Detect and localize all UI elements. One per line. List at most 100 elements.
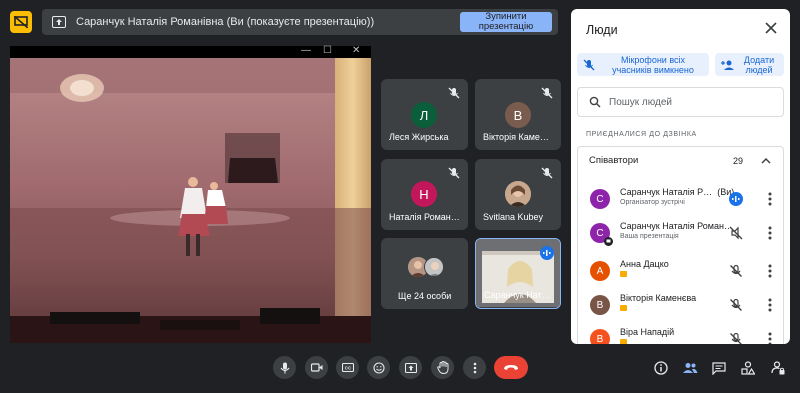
mic-off-icon <box>583 59 595 70</box>
list-item[interactable]: С Саранчук Наталія Роман… Ваша презентац… <box>578 216 785 250</box>
host-controls-button[interactable] <box>768 358 788 378</box>
mic-icon <box>280 362 289 373</box>
mic-off-icon <box>448 87 460 99</box>
maximize-icon[interactable]: ☐ <box>323 45 332 56</box>
presentation-mute-icon[interactable] <box>729 226 743 240</box>
mic-off-icon[interactable] <box>729 332 743 344</box>
add-people-button[interactable]: Додати людей <box>715 53 784 76</box>
contributor-badge <box>620 339 630 344</box>
presentation-banner: Саранчук Наталія Романівна (Ви (показуєт… <box>42 9 558 35</box>
group-count: 29 <box>732 155 743 166</box>
raise-hand-button[interactable] <box>431 356 454 379</box>
reactions-button[interactable] <box>367 356 390 379</box>
meeting-details-button[interactable] <box>651 358 671 378</box>
chat-icon <box>712 361 726 375</box>
add-people-label: Додати людей <box>743 54 775 75</box>
participant-name: Леся Жирська <box>389 132 449 142</box>
more-options-icon[interactable] <box>768 298 772 312</box>
add-person-icon <box>721 60 734 70</box>
more-options-icon[interactable] <box>768 332 772 344</box>
mute-all-label: Мікрофони всіх учасників вимкнено <box>612 54 694 75</box>
avatar: Н <box>411 181 437 207</box>
end-call-button[interactable] <box>494 356 528 379</box>
participant-name: Саранчук Наталія Р… (Ви) <box>620 187 735 197</box>
chevron-up-icon[interactable] <box>761 156 771 166</box>
self-tile[interactable]: Саранчук Нат… <box>475 238 561 309</box>
presenting-badge-icon <box>604 237 613 246</box>
search-people-input[interactable]: Пошук людей <box>577 87 784 117</box>
camera-icon <box>310 363 322 372</box>
more-options-button[interactable] <box>463 356 486 379</box>
more-vert-icon <box>473 362 476 373</box>
more-options-icon[interactable] <box>768 264 772 278</box>
present-button[interactable] <box>399 356 422 379</box>
more-options-icon[interactable] <box>768 192 772 206</box>
participant-name: Саранчук Нат… <box>484 290 551 300</box>
camera-button[interactable] <box>305 356 328 379</box>
mic-off-icon <box>541 87 553 99</box>
contributor-badge <box>620 305 630 312</box>
panel-title: Люди <box>586 23 618 37</box>
avatar: В <box>505 102 531 128</box>
list-item[interactable]: С Саранчук Наталія Р… (Ви) Організатор з… <box>578 182 785 216</box>
participant-name: Svitlana Kubey <box>483 212 544 222</box>
stop-presenting-button[interactable]: Зупинити презентацію <box>460 12 552 32</box>
mic-off-icon[interactable] <box>729 264 743 278</box>
people-panel: Люди Мікрофони всіх учасників вимкнено Д… <box>571 9 790 344</box>
lock-person-icon <box>771 361 785 375</box>
participant-name: Вікторія Каменєва <box>620 293 697 303</box>
avatar-photo <box>505 181 531 207</box>
contributor-badge <box>620 271 630 278</box>
info-icon <box>654 361 668 375</box>
activities-button[interactable] <box>738 358 758 378</box>
more-options-icon[interactable] <box>768 226 772 240</box>
participant-role: Ваша презентація <box>620 233 679 240</box>
list-item[interactable]: В Віра Нападій <box>578 322 785 344</box>
microphone-button[interactable] <box>273 356 296 379</box>
chat-button[interactable] <box>709 358 729 378</box>
avatar-photo <box>424 257 444 277</box>
shared-video-frame <box>10 58 371 343</box>
present-screen-icon <box>404 362 417 373</box>
captions-icon: CC <box>341 363 354 372</box>
minimize-icon[interactable]: — <box>301 45 311 56</box>
participant-tile[interactable]: Л Леся Жирська <box>381 79 468 150</box>
group-name: Співавтори <box>589 155 639 166</box>
participant-name: Вікторія Каме… <box>483 132 549 142</box>
avatar: В <box>590 329 610 344</box>
participant-name: Віра Нападій <box>620 327 675 337</box>
group-header[interactable]: Співавтори 29 <box>577 146 784 174</box>
captions-button[interactable]: CC <box>336 356 359 379</box>
avatar: А <box>590 261 610 281</box>
close-window-icon[interactable]: ✕ <box>352 45 360 56</box>
avatar: Л <box>411 102 437 128</box>
avatar: С <box>590 189 610 209</box>
emoji-icon <box>372 361 385 374</box>
participant-role: Організатор зустрічі <box>620 199 685 206</box>
participant-list: С Саранчук Наталія Р… (Ви) Організатор з… <box>577 174 784 344</box>
speaking-indicator-icon <box>729 192 743 206</box>
participant-tile[interactable]: В Вікторія Каме… <box>475 79 561 150</box>
present-screen-icon <box>52 16 66 28</box>
section-label: ПРИЄДНАЛИСЯ ДО ДЗВІНКА <box>586 131 697 138</box>
people-icon <box>683 363 698 373</box>
hang-up-icon <box>504 365 518 370</box>
list-item[interactable]: А Анна Дацко <box>578 254 785 288</box>
mic-off-icon[interactable] <box>729 298 743 312</box>
list-item[interactable]: В Вікторія Каменєва <box>578 288 785 322</box>
mic-off-icon <box>448 167 460 179</box>
more-participants-tile[interactable]: Ще 24 особи <box>381 238 468 309</box>
mute-all-button[interactable]: Мікрофони всіх учасників вимкнено <box>577 53 709 76</box>
raise-hand-icon <box>436 361 448 374</box>
participant-name: Наталія Роман… <box>389 212 460 222</box>
window-titlebar: — ☐ ✕ <box>10 45 371 58</box>
svg-text:CC: CC <box>344 366 351 371</box>
participant-name: Анна Дацко <box>620 259 669 269</box>
participant-tile[interactable]: Н Наталія Роман… <box>381 159 468 230</box>
more-participants-label: Ще 24 особи <box>398 291 452 301</box>
people-button[interactable] <box>680 358 700 378</box>
participant-tile[interactable]: Svitlana Kubey <box>475 159 561 230</box>
close-icon[interactable] <box>764 21 778 35</box>
speaking-indicator-icon <box>540 246 554 260</box>
mic-off-icon <box>541 167 553 179</box>
